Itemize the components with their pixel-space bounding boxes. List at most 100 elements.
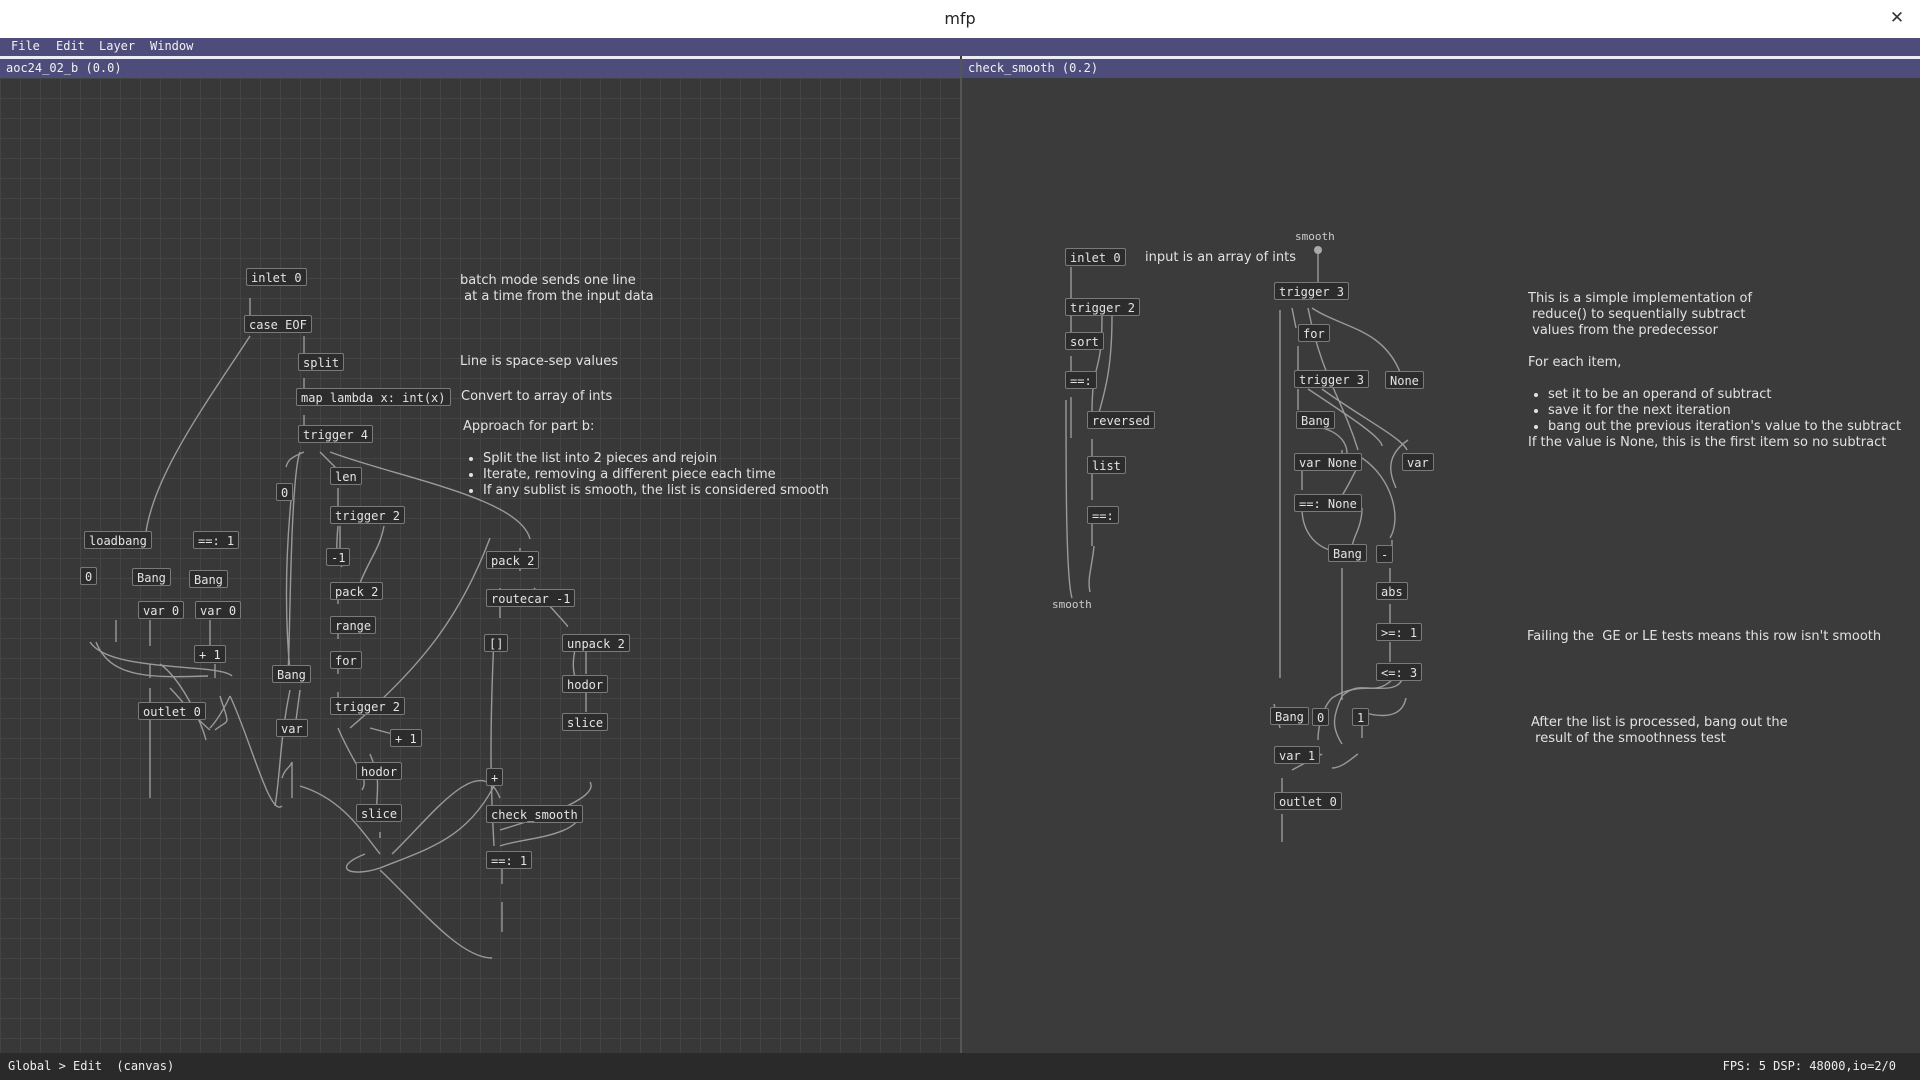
wire	[95, 641, 209, 678]
le-three-object[interactable]: <=: 3	[1376, 663, 1423, 681]
list-object[interactable]: list	[1087, 456, 1126, 474]
smooth-receive-dot[interactable]	[1314, 246, 1322, 254]
var-object[interactable]: var	[276, 719, 308, 737]
left-panel-header[interactable]: aoc24_02_b (0.0)	[0, 59, 960, 78]
pack-2-object[interactable]: pack 2	[486, 551, 540, 569]
plus-one-object[interactable]: + 1	[390, 729, 422, 747]
status-fps: FPS: 5 DSP: 48000,io=2/0	[1722, 1059, 1896, 1073]
input-comment: input is an array of ints	[1145, 250, 1297, 265]
equals-object[interactable]: ==:	[1065, 371, 1097, 389]
comment-line: For each item,	[1528, 355, 1622, 370]
convert-comment: Convert to array of ints	[461, 389, 613, 404]
menu-edit[interactable]: Edit	[56, 39, 85, 53]
right-patch-canvas[interactable]: smooth smooth inlet 0 trigger 2 sort ==:…	[962, 78, 1920, 1053]
bullet-item: save it for the next iteration	[1548, 403, 1901, 419]
loadbang-object[interactable]: loadbang	[84, 531, 152, 549]
wire	[391, 780, 501, 855]
reduce-bullets: set it to be an operand of subtract save…	[1528, 387, 1901, 435]
menu-window[interactable]: Window	[150, 39, 193, 53]
right-wires	[1065, 250, 1409, 842]
trigger-3-object[interactable]: trigger 3	[1294, 370, 1370, 388]
wire	[1331, 753, 1359, 769]
var-0-object[interactable]: var 0	[195, 601, 242, 619]
bang-button[interactable]: Bang	[1296, 411, 1335, 429]
zero-message[interactable]: 0	[276, 483, 294, 501]
trigger-2-object[interactable]: trigger 2	[330, 506, 406, 524]
inlet-object[interactable]: inlet 0	[246, 268, 307, 286]
left-patch-canvas[interactable]: inlet 0 case EOF split map lambda x: int…	[0, 78, 960, 1053]
hodor-object[interactable]: hodor	[562, 675, 609, 693]
trigger-2-object[interactable]: trigger 2	[1065, 298, 1141, 316]
wire	[337, 727, 365, 791]
var-none-object[interactable]: var None	[1294, 453, 1362, 471]
left-panel-title: aoc24_02_b (0.0)	[6, 61, 122, 75]
comment-line: result of the smoothness test	[1531, 731, 1726, 746]
inlet-object[interactable]: inlet 0	[1065, 248, 1126, 266]
zero-message[interactable]: 0	[1312, 708, 1330, 726]
bang-button[interactable]: Bang	[189, 570, 228, 588]
bang-button[interactable]: Bang	[132, 568, 171, 586]
batch-comment: batch mode sends one line at a time from…	[460, 273, 654, 305]
zero-message[interactable]: 0	[80, 567, 98, 585]
bullet-item: Split the list into 2 pieces and rejoin	[483, 451, 829, 467]
equals-none-object[interactable]: ==: None	[1294, 494, 1362, 512]
bang-button[interactable]: Bang	[272, 665, 311, 683]
none-message[interactable]: None	[1385, 371, 1424, 389]
for-object[interactable]: for	[1298, 324, 1330, 342]
reversed-object[interactable]: reversed	[1087, 411, 1155, 429]
right-panel-header[interactable]: check_smooth (0.2)	[962, 59, 1920, 78]
ge-one-object[interactable]: >=: 1	[1376, 623, 1423, 641]
equals-object[interactable]: ==:	[1087, 506, 1119, 524]
var-1-object[interactable]: var 1	[1274, 746, 1321, 764]
bullet-item: If any sublist is smooth, the list is co…	[483, 483, 829, 499]
reduce-comment: This is a simple implementation of reduc…	[1528, 291, 1901, 451]
slice-object[interactable]: slice	[356, 804, 403, 822]
right-panel-title: check_smooth (0.2)	[968, 61, 1099, 75]
neg-one-message[interactable]: -1	[326, 548, 351, 566]
wire	[1091, 315, 1103, 415]
plus-one-object[interactable]: + 1	[194, 645, 226, 663]
approach-bullets: Split the list into 2 pieces and rejoin …	[463, 451, 829, 499]
slice-object[interactable]: slice	[562, 713, 609, 731]
comment-line: reduce() to sequentially subtract	[1528, 307, 1746, 322]
map-lambda-object[interactable]: map lambda x: int(x)	[296, 388, 451, 406]
equals-one-object[interactable]: ==: 1	[486, 851, 533, 869]
check-smooth-object[interactable]: check_smooth	[486, 805, 583, 823]
after-comment: After the list is processed, bang out th…	[1531, 715, 1788, 747]
split-object[interactable]: split	[298, 353, 345, 371]
comment-line: Approach for part b:	[463, 419, 595, 434]
unpack-2-object[interactable]: unpack 2	[562, 634, 630, 652]
outlet-object[interactable]: outlet 0	[1274, 792, 1342, 810]
hodor-object[interactable]: hodor	[356, 762, 403, 780]
wire	[274, 689, 291, 807]
approach-comment: Approach for part b: Split the list into…	[463, 419, 829, 499]
wire	[229, 695, 283, 808]
len-object[interactable]: len	[330, 467, 362, 485]
abs-object[interactable]: abs	[1376, 582, 1408, 600]
sort-object[interactable]: sort	[1065, 332, 1104, 350]
var-0-object[interactable]: var 0	[138, 601, 185, 619]
bang-button[interactable]: Bang	[1270, 707, 1309, 725]
comment-line: This is a simple implementation of	[1528, 291, 1753, 306]
bang-button[interactable]: Bang	[1328, 544, 1367, 562]
outlet-object[interactable]: outlet 0	[138, 702, 206, 720]
range-object[interactable]: range	[330, 616, 377, 634]
routecar-object[interactable]: routecar -1	[486, 589, 576, 607]
for-object[interactable]: for	[330, 651, 362, 669]
pack-2-object[interactable]: pack 2	[330, 582, 384, 600]
menu-file[interactable]: File	[11, 39, 40, 53]
subtract-object[interactable]: -	[1376, 545, 1394, 563]
one-message[interactable]: 1	[1352, 708, 1370, 726]
empty-list-message[interactable]: []	[484, 634, 509, 652]
comment-line: at a time from the input data	[460, 289, 654, 304]
menu-layer[interactable]: Layer	[99, 39, 135, 53]
trigger-3-object[interactable]: trigger 3	[1274, 282, 1350, 300]
close-icon[interactable]: ✕	[1886, 7, 1908, 29]
plus-object[interactable]: +	[486, 768, 504, 786]
trigger-2-object[interactable]: trigger 2	[330, 697, 406, 715]
trigger-4-object[interactable]: trigger 4	[298, 425, 374, 443]
var-object[interactable]: var	[1402, 453, 1434, 471]
equals-one-object[interactable]: ==: 1	[193, 531, 240, 549]
case-eof-object[interactable]: case EOF	[244, 315, 312, 333]
wire	[1351, 507, 1363, 549]
